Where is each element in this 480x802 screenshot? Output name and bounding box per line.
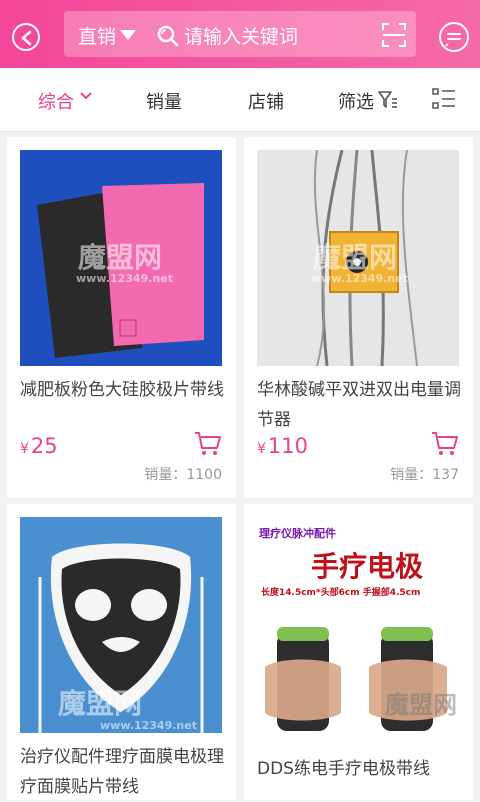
watermark-text: 魔盟网	[385, 691, 457, 719]
search-input[interactable]: 请输入关键词	[184, 22, 298, 49]
search-icon	[157, 25, 179, 47]
banner-title: 手疗电极	[311, 550, 424, 583]
back-button[interactable]	[12, 23, 40, 51]
sales-count: 销量：1100	[144, 467, 222, 483]
product-card[interactable]: 魔盟网 www.12349.net 华林酸碱平双进双出电量调节器 ¥110 销量…	[244, 137, 473, 498]
sort-comprehensive-tab[interactable]: 综合	[38, 88, 74, 114]
sales-count: 销量：137	[390, 467, 459, 483]
chevron-down-icon[interactable]	[80, 91, 92, 101]
product-image[interactable]: 魔盟网 www.12349.net	[20, 150, 222, 366]
scan-icon[interactable]	[382, 23, 406, 47]
sort-sales-tab[interactable]: 销量	[146, 88, 182, 114]
top-header: 直销 请输入关键词	[0, 0, 480, 68]
message-button[interactable]	[439, 22, 469, 52]
message-icon	[445, 33, 461, 46]
product-image[interactable]: 魔盟网 www.12349.net	[257, 150, 459, 366]
product-title[interactable]: DDS练电手疗电极带线	[257, 754, 462, 784]
sort-store-tab[interactable]: 店铺	[248, 88, 284, 114]
list-view-icon[interactable]	[432, 88, 456, 110]
watermark-text: 魔盟网	[58, 687, 143, 720]
currency-symbol: ¥	[20, 441, 29, 457]
banner-top-text: 理疗仪脉冲配件	[259, 527, 336, 540]
sort-bar: 综合 销量 店铺 筛选	[0, 68, 480, 132]
price-value: 25	[30, 434, 58, 458]
filter-icon[interactable]	[378, 90, 398, 110]
product-card[interactable]: 理疗仪脉冲配件 手疗电极 长度14.5cm*头部6cm 手握部4.5cm 魔盟网…	[244, 504, 473, 800]
product-title[interactable]: 治疗仪配件理疗面膜电极理疗面膜贴片带线	[20, 742, 225, 802]
product-price: ¥25	[20, 434, 58, 458]
product-image[interactable]: 魔盟网 www.12349.net	[20, 517, 222, 733]
product-title[interactable]: 减肥板粉色大硅胶极片带线	[20, 375, 225, 405]
watermark-text: 魔盟网	[78, 241, 163, 274]
currency-symbol: ¥	[257, 441, 266, 457]
watermark-text: 魔盟网	[313, 241, 398, 274]
product-image[interactable]: 理疗仪脉冲配件 手疗电极 长度14.5cm*头部6cm 手握部4.5cm 魔盟网	[257, 517, 459, 733]
watermark-url: www.12349.net	[311, 272, 408, 285]
cart-icon[interactable]	[431, 431, 459, 457]
filter-tab[interactable]: 筛选	[338, 88, 374, 114]
search-bar[interactable]: 直销 请输入关键词	[64, 11, 416, 57]
watermark-url: www.12349.net	[100, 719, 197, 732]
watermark-url: www.12349.net	[76, 272, 173, 285]
banner-spec: 长度14.5cm*头部6cm 手握部4.5cm	[261, 588, 421, 598]
product-title[interactable]: 华林酸碱平双进双出电量调节器	[257, 375, 462, 435]
product-card[interactable]: 魔盟网 www.12349.net 减肥板粉色大硅胶极片带线 ¥25 销量：11…	[7, 137, 236, 498]
product-card[interactable]: 魔盟网 www.12349.net 治疗仪配件理疗面膜电极理疗面膜贴片带线	[7, 504, 236, 800]
cart-icon[interactable]	[194, 431, 222, 457]
channel-selector[interactable]: 直销	[78, 22, 116, 49]
caret-down-icon[interactable]	[120, 30, 136, 40]
back-arrow-icon	[21, 30, 32, 46]
product-price: ¥110	[257, 434, 308, 458]
price-value: 110	[267, 434, 309, 458]
